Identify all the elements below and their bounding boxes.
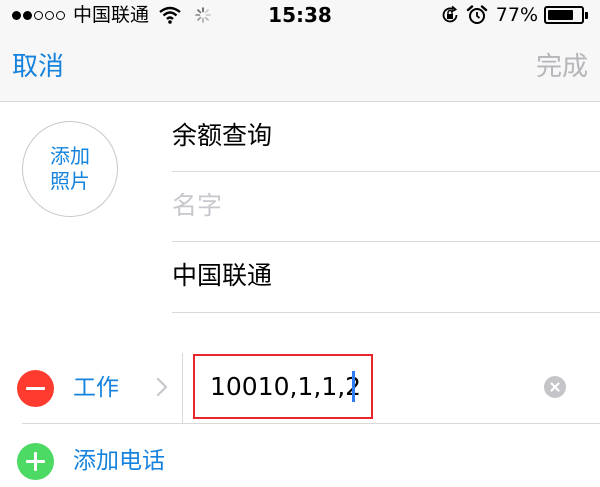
add-phone-button[interactable]: 添加电话 [73, 445, 165, 477]
navigation-bar: 取消 完成 [0, 30, 600, 102]
alarm-clock-icon [466, 5, 487, 24]
rotation-lock-icon [442, 5, 458, 23]
status-bar: 中国联通 15:38 77% [0, 0, 600, 30]
status-right: 77% [440, 4, 588, 26]
battery-tip [585, 11, 588, 19]
first-name-field[interactable]: 余额查询 [172, 102, 600, 172]
phone-type-label[interactable]: 工作 [73, 372, 119, 404]
battery-percent: 77% [495, 4, 538, 26]
field-separator [172, 312, 600, 313]
company-field[interactable]: 中国联通 [172, 242, 600, 312]
add-phone-icon[interactable] [17, 443, 54, 480]
done-button[interactable]: 完成 [536, 50, 588, 84]
add-photo-label: 添加照片 [50, 144, 90, 193]
battery-icon [544, 6, 584, 24]
add-photo-button[interactable]: 添加照片 [22, 121, 118, 217]
cancel-button[interactable]: 取消 [12, 50, 64, 84]
phone-number-input[interactable] [210, 370, 527, 404]
text-cursor [352, 371, 355, 402]
last-name-field[interactable]: 名字 [172, 172, 600, 242]
battery-level-fill [548, 10, 573, 20]
delete-phone-button[interactable] [17, 370, 54, 407]
chevron-right-icon[interactable] [156, 377, 168, 397]
clear-x-icon[interactable] [544, 376, 566, 398]
row-separator [22, 423, 600, 424]
phone-row-divider [182, 353, 183, 423]
